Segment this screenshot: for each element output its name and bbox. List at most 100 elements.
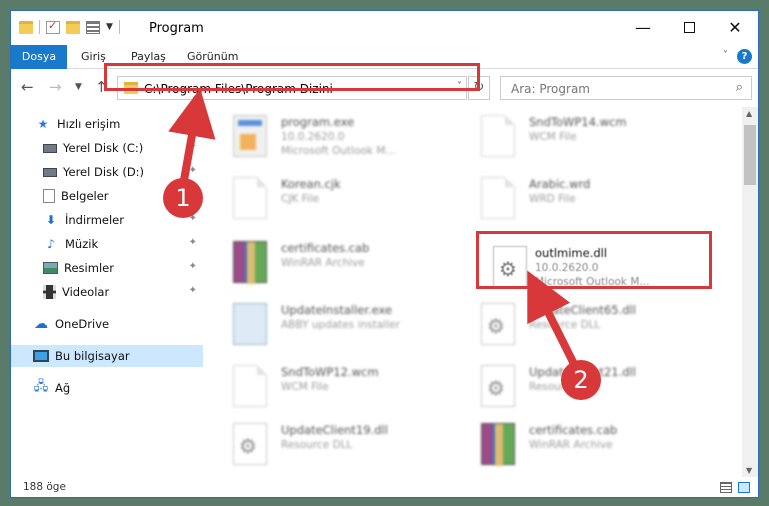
sidebar-item-pictures[interactable]: Resimler ✦ bbox=[11, 257, 203, 279]
sidebar-item-onedrive[interactable]: ☁ OneDrive bbox=[11, 313, 203, 335]
sidebar-item-label: OneDrive bbox=[55, 317, 110, 331]
blank-file-icon bbox=[481, 177, 515, 219]
file-name: Korean.cjk bbox=[281, 177, 341, 191]
scroll-thumb[interactable] bbox=[744, 125, 756, 185]
pin-icon: ✦ bbox=[188, 237, 197, 248]
tab-dosya[interactable]: Dosya bbox=[11, 45, 67, 69]
toolbar-separator bbox=[39, 20, 40, 34]
minimize-button[interactable]: — bbox=[620, 11, 666, 43]
pin-icon: ✦ bbox=[188, 141, 197, 152]
computer-icon bbox=[33, 350, 49, 362]
scroll-down-icon[interactable]: ▼ bbox=[746, 466, 752, 475]
file-item[interactable]: Arabic.wrd WRD File bbox=[465, 171, 705, 227]
search-icon: ⌕ bbox=[735, 80, 743, 95]
vertical-scrollbar[interactable]: ▲ ▼ bbox=[742, 107, 758, 477]
videos-icon bbox=[43, 285, 56, 299]
dll-gear-icon: ⚙ bbox=[481, 303, 515, 345]
file-type: WRD File bbox=[529, 193, 576, 205]
address-highlight-box bbox=[104, 63, 480, 91]
status-bar: 188 öge bbox=[11, 477, 758, 497]
details-view-icon[interactable] bbox=[720, 482, 732, 493]
file-name: Arabic.wrd bbox=[529, 177, 591, 191]
properties-icon[interactable] bbox=[46, 19, 60, 34]
installer-icon bbox=[233, 303, 267, 345]
tab-giris[interactable]: Giriş bbox=[81, 45, 106, 69]
sidebar-item-network[interactable]: 🖧 Ağ bbox=[11, 377, 203, 399]
forward-arrow-icon[interactable]: → bbox=[49, 78, 62, 96]
sidebar-item-disk-c[interactable]: Yerel Disk (C:) ✦ bbox=[11, 137, 203, 159]
folder-icon[interactable] bbox=[19, 20, 33, 34]
view-icon[interactable] bbox=[86, 20, 100, 34]
sidebar-item-label: Hızlı erişim bbox=[57, 117, 121, 131]
exe-file-icon bbox=[233, 115, 267, 157]
window-title: Program bbox=[149, 21, 204, 36]
disk-icon bbox=[43, 143, 57, 153]
file-description: Microsoft Outlook M... bbox=[281, 145, 396, 157]
file-item[interactable]: Korean.cjk CJK File bbox=[217, 171, 457, 227]
item-count: 188 öge bbox=[23, 481, 66, 493]
file-item[interactable]: UpdateInstaller.exe ABBY updates install… bbox=[217, 297, 457, 353]
file-name: UpdateClient19.dll bbox=[281, 423, 388, 437]
new-folder-icon[interactable] bbox=[66, 20, 80, 34]
dll-gear-icon: ⚙ bbox=[481, 365, 515, 407]
sidebar-item-quick-access[interactable]: ★ Hızlı erişim bbox=[11, 113, 203, 135]
scroll-up-icon[interactable]: ▲ bbox=[746, 109, 752, 118]
file-version: 10.0.2620.0 bbox=[281, 131, 345, 143]
cloud-icon: ☁ bbox=[34, 316, 48, 332]
toolbar-separator bbox=[118, 20, 120, 34]
navigation-pane: ★ Hızlı erişim Yerel Disk (C:) ✦ Yerel D… bbox=[11, 107, 203, 477]
sidebar-item-label: Videolar bbox=[62, 285, 110, 299]
ribbon-expand-icon[interactable]: ˅ bbox=[723, 50, 728, 61]
file-name: certificates.cab bbox=[529, 423, 618, 437]
file-name: certificates.cab bbox=[281, 241, 370, 255]
file-type: WinRAR Archive bbox=[281, 257, 365, 269]
pin-icon: ✦ bbox=[188, 285, 197, 296]
sidebar-item-label: Yerel Disk (C:) bbox=[63, 141, 144, 155]
back-arrow-icon[interactable]: ← bbox=[21, 78, 34, 96]
file-item[interactable]: ⚙ UpdateClient19.dll Resource DLL bbox=[217, 417, 457, 473]
file-type: WCM File bbox=[529, 131, 577, 143]
blank-file-icon bbox=[233, 365, 267, 407]
sidebar-item-label: İndirmeler bbox=[65, 213, 124, 227]
file-type: WCM File bbox=[281, 381, 329, 393]
sidebar-item-label: Müzik bbox=[65, 237, 99, 251]
file-type: Resource DLL bbox=[281, 439, 353, 451]
pin-icon: ✦ bbox=[188, 165, 197, 176]
file-item[interactable]: certificates.cab WinRAR Archive bbox=[217, 235, 457, 291]
file-name: UpdateInstaller.exe bbox=[281, 303, 393, 317]
sidebar-item-videos[interactable]: Videolar ✦ bbox=[11, 281, 203, 303]
tiles-view-icon[interactable] bbox=[738, 482, 750, 493]
maximize-button[interactable] bbox=[666, 11, 712, 43]
chevron-down-icon[interactable]: ▼ bbox=[106, 22, 113, 32]
help-icon[interactable]: ? bbox=[737, 49, 752, 64]
winrar-archive-icon bbox=[481, 423, 515, 466]
file-type: WinRAR Archive bbox=[529, 439, 613, 451]
recent-locations-icon[interactable]: ▼ bbox=[75, 82, 82, 92]
documents-icon bbox=[43, 189, 55, 203]
step-badge-1: 1 bbox=[163, 178, 203, 218]
maximize-icon bbox=[683, 21, 695, 33]
sidebar-item-this-pc[interactable]: Bu bilgisayar bbox=[11, 345, 203, 367]
dll-gear-icon: ⚙ bbox=[233, 423, 267, 465]
close-button[interactable]: ✕ bbox=[712, 11, 758, 43]
sidebar-item-music[interactable]: ♪ Müzik ✦ bbox=[11, 233, 203, 255]
search-input[interactable]: Ara: Program bbox=[511, 82, 590, 96]
sidebar-item-label: Yerel Disk (D:) bbox=[63, 165, 145, 179]
sidebar-item-label: Resimler bbox=[64, 261, 114, 275]
file-type: CJK File bbox=[281, 193, 320, 205]
file-item[interactable]: SndToWP12.wcm WCM File bbox=[217, 359, 457, 415]
file-name: SndToWP12.wcm bbox=[281, 365, 379, 379]
file-item[interactable]: SndToWP14.wcm WCM File bbox=[465, 109, 705, 165]
quick-access-toolbar: ▼ bbox=[19, 19, 120, 34]
pin-icon: ✦ bbox=[188, 261, 197, 272]
file-item[interactable]: program.exe 10.0.2620.0 Microsoft Outloo… bbox=[217, 109, 457, 165]
file-item[interactable]: ⚙ UpdateClient65.dll Resource DLL bbox=[465, 297, 705, 353]
file-item[interactable]: certificates.cab WinRAR Archive bbox=[465, 417, 705, 473]
search-box[interactable]: Ara: Program ⌕ bbox=[500, 76, 752, 100]
blank-file-icon bbox=[233, 177, 267, 219]
music-icon: ♪ bbox=[47, 237, 55, 251]
title-bar: ▼ Program — ✕ bbox=[11, 11, 758, 45]
file-name: UpdateClient65.dll bbox=[529, 303, 636, 317]
file-type: ABBY updates installer bbox=[281, 319, 400, 331]
sidebar-item-label: Belgeler bbox=[61, 189, 109, 203]
